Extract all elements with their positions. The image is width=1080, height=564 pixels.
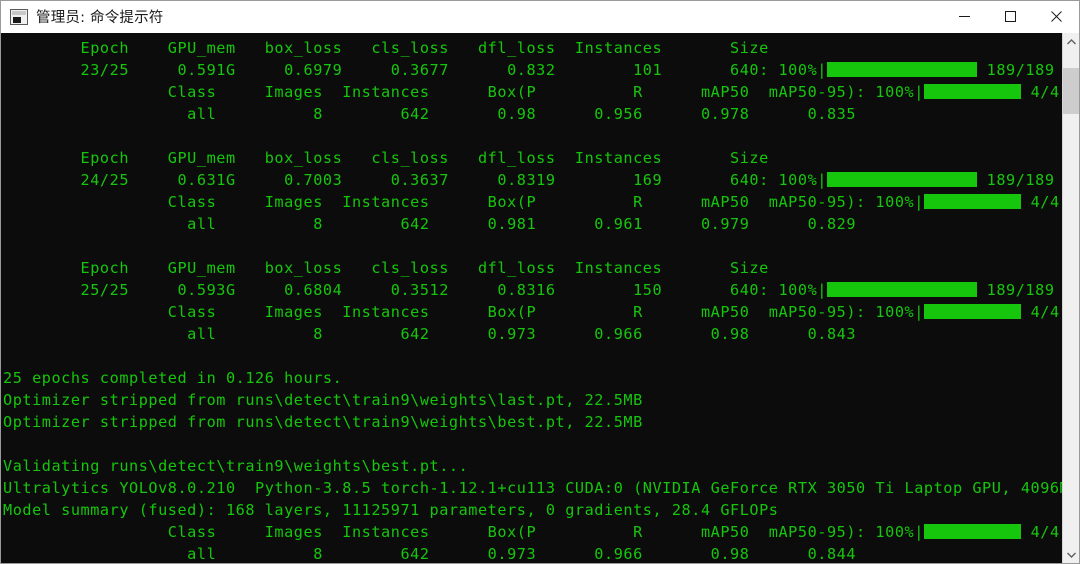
terminal-line: Model summary (fused): 168 layers, 11125… [1, 499, 1062, 521]
terminal-line: Validating runs\detect\train9\weights\be… [1, 455, 1062, 477]
terminal-line: all 8 642 0.981 0.961 0.979 0.829 [1, 213, 1062, 235]
command-prompt-icon [10, 8, 28, 25]
terminal-area: Epoch GPU_mem box_loss cls_loss dfl_loss… [1, 33, 1079, 563]
scroll-thumb[interactable] [1063, 68, 1079, 114]
progress-stats: 4/4 [00:00<0 [1030, 83, 1060, 101]
terminal-line: Class Images Instances Box(P R mAP50 mAP… [1, 191, 1062, 213]
terminal-output[interactable]: Epoch GPU_mem box_loss cls_loss dfl_loss… [1, 33, 1062, 563]
progress-bar [826, 172, 977, 187]
terminal-line: Optimizer stripped from runs\detect\trai… [1, 389, 1062, 411]
terminal-text: Optimizer stripped from runs\detect\trai… [3, 391, 643, 409]
terminal-text: Epoch GPU_mem box_loss cls_loss dfl_loss… [3, 259, 769, 277]
terminal-line: Optimizer stripped from runs\detect\trai… [1, 411, 1062, 433]
terminal-text: Optimizer stripped from runs\detect\trai… [3, 413, 643, 431]
progress-stats: 4/4 [00:00<0 [1030, 303, 1060, 321]
progress-label: 25/25 0.593G 0.6804 0.3512 0.8316 150 64… [3, 281, 827, 299]
terminal-text: all 8 642 0.98 0.956 0.978 0.835 [3, 105, 857, 123]
progress-bar [826, 282, 977, 297]
progress-label: Class Images Instances Box(P R mAP50 mAP… [3, 83, 924, 101]
terminal-line: Epoch GPU_mem box_loss cls_loss dfl_loss… [1, 147, 1062, 169]
terminal-text: Epoch GPU_mem box_loss cls_loss dfl_loss… [3, 39, 769, 57]
terminal-line: all 8 642 0.973 0.966 0.98 0.843 [1, 323, 1062, 345]
terminal-text: all 8 642 0.973 0.966 0.98 0.843 [3, 325, 857, 343]
terminal-line: Ultralytics YOLOv8.0.210 Python-3.8.5 to… [1, 477, 1062, 499]
terminal-text: Model summary (fused): 168 layers, 11125… [3, 501, 779, 519]
progress-stats: 4/4 [00:00<0 [1030, 193, 1060, 211]
terminal-line: all 8 642 0.98 0.956 0.978 0.835 [1, 103, 1062, 125]
scrollbar-track[interactable] [1063, 50, 1079, 546]
window-controls [941, 1, 1079, 33]
vertical-scrollbar[interactable] [1062, 33, 1079, 563]
scroll-down-arrow[interactable] [1063, 546, 1079, 563]
terminal-text: Ultralytics YOLOv8.0.210 Python-3.8.5 to… [3, 479, 1062, 497]
titlebar[interactable]: 管理员: 命令提示符 [1, 1, 1079, 33]
terminal-line: 24/25 0.631G 0.7003 0.3637 0.8319 169 64… [1, 169, 1062, 191]
progress-bar [923, 84, 1021, 99]
terminal-line: Class Images Instances Box(P R mAP50 mAP… [1, 301, 1062, 323]
terminal-line: 25/25 0.593G 0.6804 0.3512 0.8316 150 64… [1, 279, 1062, 301]
terminal-line: 23/25 0.591G 0.6979 0.3677 0.832 101 640… [1, 59, 1062, 81]
close-button[interactable] [1033, 1, 1079, 33]
minimize-button[interactable] [941, 1, 987, 33]
progress-bar [826, 62, 977, 77]
terminal-line: Class Images Instances Box(P R mAP50 mAP… [1, 521, 1062, 543]
progress-bar [923, 524, 1021, 539]
progress-label: 24/25 0.631G 0.7003 0.3637 0.8319 169 64… [3, 171, 827, 189]
progress-stats: 189/189 [00:15<00:00, 1 [986, 281, 1055, 299]
progress-bar [923, 194, 1021, 209]
progress-label: 23/25 0.591G 0.6979 0.3677 0.832 101 640… [3, 61, 827, 79]
progress-bar [923, 304, 1021, 319]
terminal-line: Class Images Instances Box(P R mAP50 mAP… [1, 81, 1062, 103]
terminal-line: Epoch GPU_mem box_loss cls_loss dfl_loss… [1, 37, 1062, 59]
progress-stats: 189/189 [00:15<00:00, 1 [986, 171, 1055, 189]
progress-label: Class Images Instances Box(P R mAP50 mAP… [3, 523, 924, 541]
progress-stats: 189/189 [00:15<00:00, 1 [986, 61, 1055, 79]
terminal-line: Epoch GPU_mem box_loss cls_loss dfl_loss… [1, 257, 1062, 279]
progress-stats: 4/4 [00:00<0 [1030, 523, 1060, 541]
terminal-text: all 8 642 0.981 0.961 0.979 0.829 [3, 215, 857, 233]
terminal-text: 25 epochs completed in 0.126 hours. [3, 369, 343, 387]
terminal-line: all 8 642 0.973 0.966 0.98 0.844 [1, 543, 1062, 563]
command-prompt-window: 管理员: 命令提示符 Epoch GPU_mem box_loss cls_lo… [0, 0, 1080, 564]
progress-label: Class Images Instances Box(P R mAP50 mAP… [3, 303, 924, 321]
terminal-line: 25 epochs completed in 0.126 hours. [1, 367, 1062, 389]
terminal-text: Epoch GPU_mem box_loss cls_loss dfl_loss… [3, 149, 769, 167]
window-title: 管理员: 命令提示符 [36, 10, 164, 26]
terminal-text: Validating runs\detect\train9\weights\be… [3, 457, 469, 475]
terminal-text: all 8 642 0.973 0.966 0.98 0.844 [3, 545, 857, 563]
progress-label: Class Images Instances Box(P R mAP50 mAP… [3, 193, 924, 211]
scroll-up-arrow[interactable] [1063, 33, 1079, 50]
maximize-button[interactable] [987, 1, 1033, 33]
